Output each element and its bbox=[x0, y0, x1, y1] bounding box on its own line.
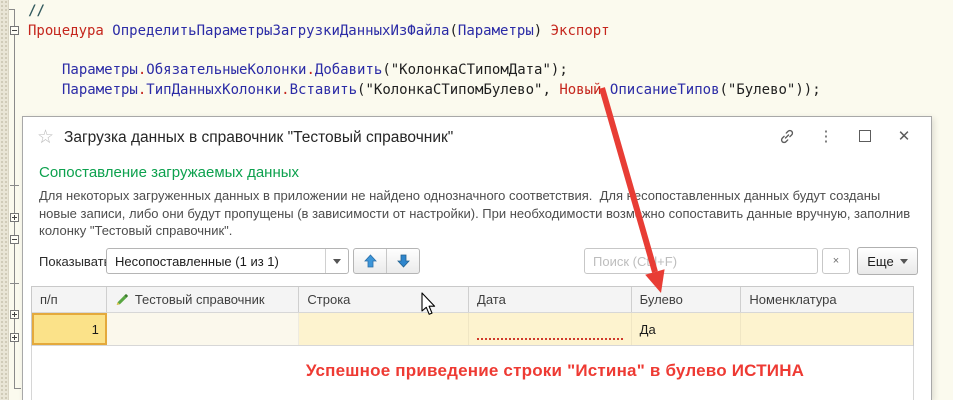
screenshot-root: // Процедура ОпределитьПараметрыЗагрузки… bbox=[0, 0, 953, 400]
annotation-text: Успешное приведение строки "Истина" в бу… bbox=[250, 361, 860, 381]
previous-item-button[interactable] bbox=[354, 249, 386, 273]
invalid-value-underline bbox=[477, 338, 623, 340]
show-filter-label: Показывать: bbox=[39, 254, 114, 269]
column-header-num[interactable]: п/п bbox=[32, 287, 107, 312]
row-cell-string[interactable] bbox=[299, 313, 469, 345]
code-line-5: Параметры.ТипДанныхКолонки.Вставить("Кол… bbox=[62, 81, 821, 99]
dialog-load-data-window: ☆ Загрузка данных в справочник "Тестовый… bbox=[22, 116, 932, 400]
table-header-row: п/п Тестовый справочник Строка Дата Буле… bbox=[32, 287, 913, 312]
more-button-label: Еще bbox=[867, 254, 893, 269]
table-row: 1 Да bbox=[32, 312, 913, 346]
fold-marker-collapse-2[interactable] bbox=[10, 235, 19, 244]
dialog-titlebar: ☆ Загрузка данных в справочник "Тестовый… bbox=[23, 117, 931, 159]
fold-bracket-corner bbox=[14, 388, 21, 389]
navigation-arrows bbox=[353, 248, 420, 274]
arrow-down-icon bbox=[397, 254, 410, 268]
fold-marker-expand-3[interactable] bbox=[10, 333, 19, 342]
code-line-2: Процедура ОпределитьПараметрыЗагрузкиДан… bbox=[28, 22, 610, 40]
fold-marker-collapse-1[interactable] bbox=[10, 26, 19, 35]
dialog-title: Загрузка данных в справочник "Тестовый с… bbox=[64, 129, 453, 147]
next-item-button[interactable] bbox=[386, 249, 419, 273]
code-editor[interactable]: // Процедура ОпределитьПараметрыЗагрузки… bbox=[0, 0, 953, 116]
maximize-icon[interactable] bbox=[856, 127, 874, 145]
column-header-nomenclature[interactable]: Номенклатура bbox=[741, 287, 913, 312]
mapping-table: п/п Тестовый справочник Строка Дата Буле… bbox=[31, 286, 914, 347]
search-input[interactable] bbox=[585, 249, 817, 273]
chevron-down-icon bbox=[900, 259, 908, 264]
fold-marker-expand-1[interactable] bbox=[10, 213, 19, 222]
favorite-star-icon[interactable]: ☆ bbox=[37, 126, 54, 149]
close-icon[interactable]: ✕ bbox=[895, 127, 913, 145]
code-line-4: Параметры.ОбязательныеКолонки.Добавить("… bbox=[62, 61, 568, 79]
pencil-icon bbox=[115, 293, 129, 307]
column-header-bool[interactable]: Булево bbox=[632, 287, 742, 312]
fold-tick-1 bbox=[9, 9, 15, 10]
fold-bracket-line bbox=[14, 10, 15, 388]
column-header-string[interactable]: Строка bbox=[299, 287, 469, 312]
search-clear-button[interactable]: × bbox=[822, 248, 850, 274]
show-filter-dropdown[interactable]: Несопоставленные (1 из 1) bbox=[106, 248, 349, 274]
fold-tick-2 bbox=[10, 185, 19, 186]
chevron-down-icon bbox=[333, 259, 341, 264]
fold-marker-expand-2[interactable] bbox=[10, 310, 19, 319]
more-button[interactable]: Еще bbox=[857, 247, 918, 275]
arrow-up-icon bbox=[364, 254, 377, 268]
link-icon[interactable] bbox=[778, 127, 796, 145]
more-menu-icon[interactable]: ⋮ bbox=[817, 127, 835, 145]
search-field-wrapper bbox=[584, 248, 818, 274]
code-line-1: // bbox=[28, 2, 45, 20]
column-header-test-ref-label: Тестовый справочник bbox=[135, 292, 265, 307]
row-cell-nomenclature[interactable] bbox=[741, 313, 913, 345]
description-text: Для некоторых загруженных данных в прило… bbox=[39, 187, 917, 240]
row-cell-num[interactable]: 1 bbox=[32, 313, 107, 345]
fold-tick-3 bbox=[10, 283, 19, 284]
show-filter-value: Несопоставленные (1 из 1) bbox=[107, 254, 325, 269]
column-header-test-ref[interactable]: Тестовый справочник bbox=[107, 287, 300, 312]
row-cell-date[interactable] bbox=[469, 313, 632, 345]
row-cell-bool[interactable]: Да bbox=[632, 313, 742, 345]
editor-gutter-texture bbox=[0, 0, 9, 400]
dropdown-open-button[interactable] bbox=[325, 249, 348, 273]
column-header-date[interactable]: Дата bbox=[469, 287, 632, 312]
window-controls: ⋮ ✕ bbox=[778, 127, 913, 145]
section-title: Сопоставление загружаемых данных bbox=[39, 164, 299, 181]
row-cell-test-ref[interactable] bbox=[107, 313, 300, 345]
